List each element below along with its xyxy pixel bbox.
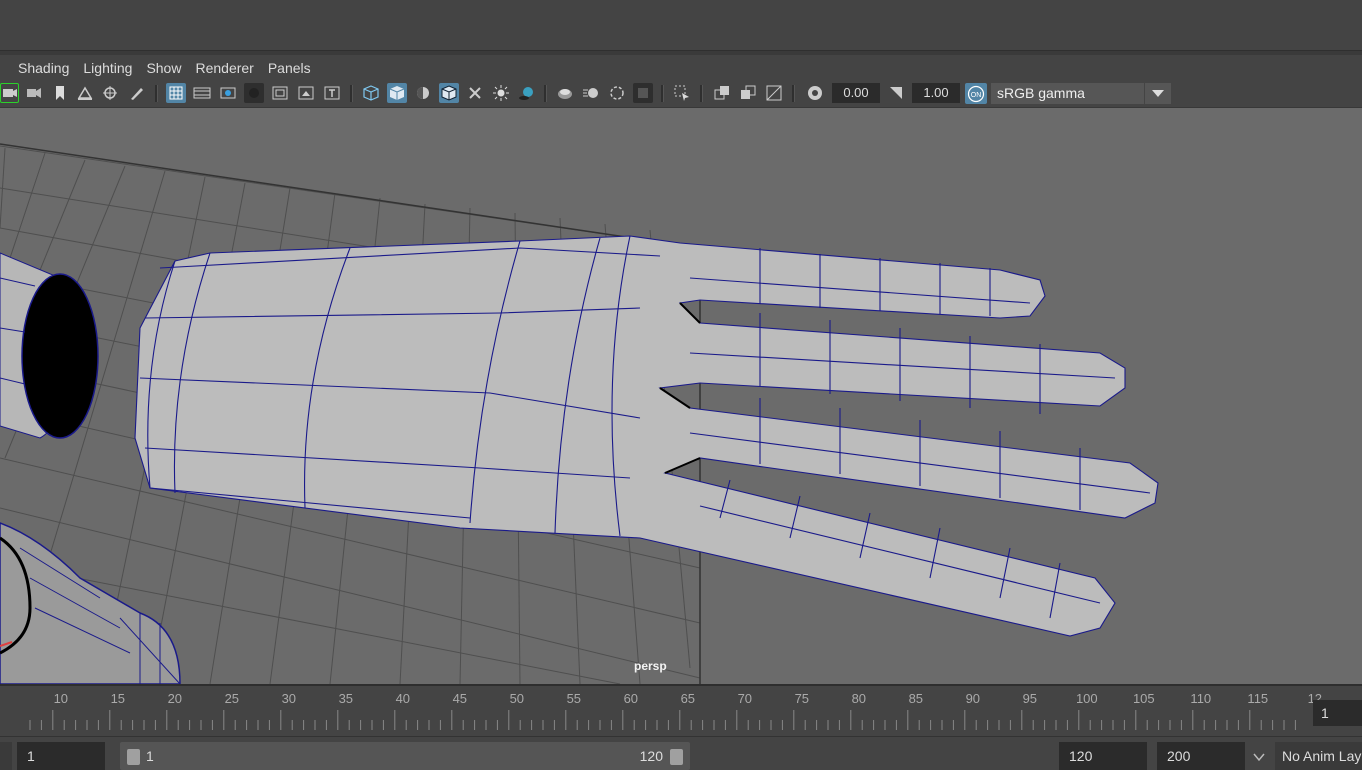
field-chart-icon[interactable] <box>270 83 290 103</box>
xray-active-icon[interactable] <box>738 83 758 103</box>
smooth-shade-icon[interactable] <box>387 83 407 103</box>
menu-lighting[interactable]: Lighting <box>83 56 132 80</box>
range-end-handle[interactable] <box>670 749 683 765</box>
range-bar-edge <box>0 742 12 770</box>
xray-joints-icon[interactable] <box>712 83 732 103</box>
motion-blur-icon[interactable] <box>581 83 601 103</box>
camera-select-icon[interactable] <box>0 83 19 103</box>
timeline-tick-label: 40 <box>395 691 411 706</box>
timeline-tick-label: 10 <box>53 691 69 706</box>
2d-pan-zoom-icon[interactable] <box>101 83 121 103</box>
menu-renderer[interactable]: Renderer <box>195 56 253 80</box>
range-start-handle[interactable] <box>127 749 140 765</box>
camera-label: persp <box>634 659 667 673</box>
color-management-badge-text: ON <box>971 92 982 99</box>
timeline-tick-label: 30 <box>281 691 297 706</box>
timeline-tick-label: 35 <box>338 691 354 706</box>
range-slider[interactable]: 1 120 <box>120 742 690 770</box>
isolate-select-icon[interactable] <box>672 83 692 103</box>
toolbar-separator <box>544 85 547 102</box>
use-all-lights-icon[interactable] <box>491 83 511 103</box>
color-space-label: sRGB gamma <box>997 85 1085 101</box>
depth-of-field-icon[interactable] <box>633 83 653 103</box>
timeline-tick-label: 55 <box>566 691 582 706</box>
timeline-tick-label: 45 <box>452 691 468 706</box>
film-gate-icon[interactable] <box>192 83 212 103</box>
time-slider-ticks <box>29 710 1296 730</box>
xray-icon[interactable] <box>465 83 485 103</box>
gamma-field[interactable]: 1.00 <box>912 83 960 103</box>
timeline-tick-label: 105 <box>1132 691 1155 706</box>
menu-shading[interactable]: Shading <box>18 56 69 80</box>
timeline-tick-label: 85 <box>908 691 924 706</box>
menu-panels[interactable]: Panels <box>268 56 311 80</box>
cylinder-mesh <box>0 252 99 439</box>
timeline-tick-label: 115 <box>1247 691 1269 706</box>
screen-space-ao-icon[interactable] <box>555 83 575 103</box>
timeline-tick-label: 15 <box>110 691 126 706</box>
chevron-down-icon <box>1144 83 1171 104</box>
toolbar-separator <box>350 85 353 102</box>
perspective-viewport[interactable]: persp <box>0 108 1362 684</box>
timeline-tick-label: 90 <box>965 691 981 706</box>
shadows-icon[interactable] <box>517 83 537 103</box>
gate-mask-icon[interactable] <box>244 83 264 103</box>
viewport-toolbar: 0.00 1.00 ON sRGB gamma <box>0 80 1362 108</box>
menu-show[interactable]: Show <box>146 56 181 80</box>
range-end-value: 120 <box>639 748 663 764</box>
timeline-tick-label: 65 <box>680 691 696 706</box>
anim-layer-dropdown[interactable]: No Anim Lay <box>1275 742 1362 770</box>
toolbar-separator <box>700 85 703 102</box>
exposure-icon[interactable] <box>805 83 825 103</box>
current-frame-field[interactable]: 1 <box>1313 700 1362 726</box>
exposure-field[interactable]: 0.00 <box>832 83 880 103</box>
toolbar-separator <box>155 85 158 102</box>
timeline-tick-label: 95 <box>1022 691 1038 706</box>
timeline-tick-label: 20 <box>167 691 183 706</box>
grease-pencil-icon[interactable] <box>127 83 147 103</box>
wireframe-icon[interactable] <box>361 83 381 103</box>
gamma-icon[interactable] <box>886 83 906 103</box>
camera-attributes-icon[interactable] <box>24 83 44 103</box>
safe-action-icon[interactable] <box>296 83 316 103</box>
image-plane-icon[interactable] <box>75 83 95 103</box>
chevron-down-icon[interactable] <box>1253 749 1265 767</box>
safe-title-icon[interactable] <box>322 83 342 103</box>
texture-icon[interactable] <box>764 83 784 103</box>
foreground-mesh <box>0 522 181 684</box>
wireframe-on-shaded-icon[interactable] <box>439 83 459 103</box>
toolbar-separator <box>661 85 664 102</box>
max-frame-field[interactable]: 200 <box>1157 742 1245 770</box>
timeline-tick-label: 50 <box>509 691 525 706</box>
end-frame-field[interactable]: 120 <box>1059 742 1147 770</box>
bookmark-icon[interactable] <box>50 83 70 103</box>
timeline-tick-label: 75 <box>794 691 810 706</box>
timeline-tick-label: 60 <box>623 691 639 706</box>
title-bar <box>0 0 1362 55</box>
time-slider[interactable]: 10 15 20 25 30 35 40 45 50 55 60 65 70 75 80 85 90 95 100 1… <box>0 684 1362 730</box>
timeline-tick-label: 70 <box>737 691 753 706</box>
color-management-toggle[interactable]: ON <box>965 83 987 104</box>
start-frame-field[interactable]: 1 <box>17 742 105 770</box>
toolbar-separator <box>792 85 795 102</box>
range-slider-bar: 1 1 120 120 200 No Anim Lay <box>0 736 1362 770</box>
color-space-dropdown[interactable]: sRGB gamma <box>991 83 1171 104</box>
timeline-tick-label: 80 <box>851 691 867 706</box>
timeline-tick-label: 100 <box>1075 691 1098 706</box>
default-material-icon[interactable] <box>413 83 433 103</box>
viewport-scene <box>0 143 1159 684</box>
hand-mesh <box>134 235 1159 637</box>
viewport-menu-bar: Shading Lighting Show Renderer Panels <box>0 56 1362 80</box>
resolution-gate-icon[interactable] <box>218 83 238 103</box>
anti-aliasing-icon[interactable] <box>607 83 627 103</box>
timeline-tick-label: 110 <box>1190 691 1212 706</box>
range-start-value: 1 <box>146 748 154 764</box>
timeline-tick-label: 25 <box>224 691 240 706</box>
grid-icon[interactable] <box>166 83 186 103</box>
